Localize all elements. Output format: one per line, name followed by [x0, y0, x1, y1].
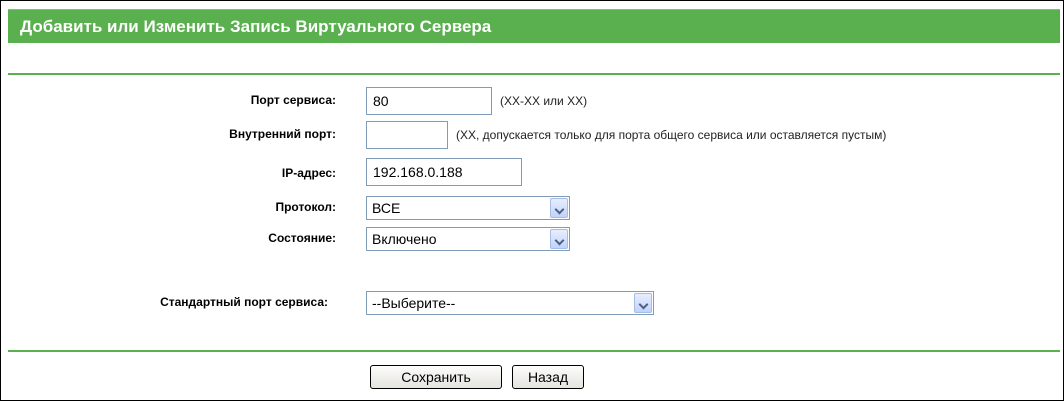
service-port-label: Порт сервиса: [250, 93, 336, 107]
status-select[interactable]: Включено [366, 227, 570, 251]
top-divider [8, 73, 1060, 75]
internal-port-hint: (XX, допускается только для порта общего… [456, 128, 887, 142]
protocol-label: Протокол: [275, 200, 336, 214]
bottom-divider [8, 350, 1060, 352]
back-button[interactable]: Назад [512, 365, 584, 389]
service-port-hint: (XX-XX или XX) [500, 94, 588, 108]
protocol-selected-value: ВСЕ [372, 200, 401, 216]
ip-address-label: IP-адрес: [281, 166, 336, 180]
page-title: Добавить или Изменить Запись Виртуальног… [8, 9, 1060, 43]
common-port-select[interactable]: --Выберите-- [366, 291, 654, 315]
ip-address-input[interactable]: 192.168.0.188 [366, 158, 522, 186]
status-label: Состояние: [268, 231, 336, 245]
protocol-select[interactable]: ВСЕ [366, 196, 570, 220]
service-port-input[interactable]: 80 [366, 87, 492, 115]
internal-port-input[interactable] [366, 121, 448, 149]
status-selected-value: Включено [372, 231, 437, 247]
save-button[interactable]: Сохранить [370, 365, 502, 389]
chevron-down-icon[interactable] [550, 198, 568, 218]
common-port-selected-value: --Выберите-- [372, 295, 456, 311]
chevron-down-icon[interactable] [634, 293, 652, 313]
internal-port-label: Внутренний порт: [229, 127, 336, 141]
chevron-down-icon[interactable] [550, 229, 568, 249]
common-port-label: Стандартный порт сервиса: [160, 295, 328, 309]
